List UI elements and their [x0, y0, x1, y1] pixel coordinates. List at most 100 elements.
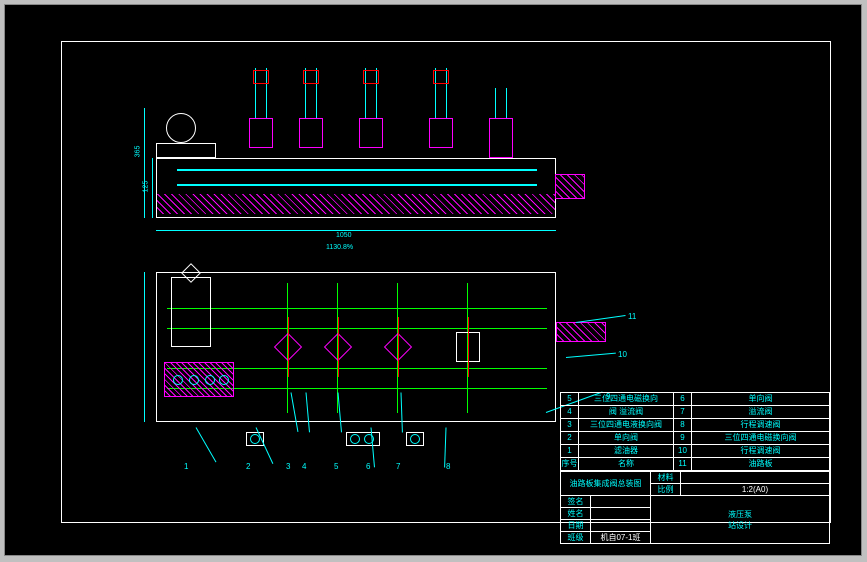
balloon-10: 10: [618, 350, 627, 359]
date-value: [591, 520, 651, 532]
parts-row: 4 阀 溢流阀 7 溢流阀: [561, 406, 830, 419]
part-name: 阀 溢流阀: [579, 406, 674, 419]
dim-line-v: [144, 272, 145, 422]
balloon-4: 4: [302, 462, 306, 471]
bottom-components: [246, 432, 506, 457]
app-window: 365 125 1050 1130.8%: [4, 4, 862, 556]
plan-view: 1 2 3 4 5 6 7 8 9 10 11: [126, 262, 606, 462]
part-num: 1: [561, 445, 579, 458]
name-label: 姓名: [561, 508, 591, 520]
section-hatch: [157, 194, 555, 214]
dim-value: 125: [142, 181, 149, 193]
part-num: 7: [674, 406, 692, 419]
material-label: 材料: [651, 472, 681, 484]
part-num: 4: [561, 406, 579, 419]
drawing-canvas[interactable]: 365 125 1050 1130.8%: [9, 9, 859, 553]
dim-line-h: [156, 230, 556, 231]
part-num: 11: [674, 458, 692, 471]
parts-row: 5 三位四通电磁换向 6 单向阀: [561, 393, 830, 406]
pump-block: [164, 362, 234, 397]
filter-body: [171, 277, 211, 347]
end-connector: [555, 174, 585, 199]
balloon-5: 5: [334, 462, 338, 471]
valve-assembly-4: [426, 68, 456, 158]
drawing-title: 油路板集成阀总装图: [561, 472, 651, 496]
scale-indicator: 1130.8%: [326, 244, 353, 251]
class-label: 班级: [561, 532, 591, 544]
material-value: [681, 472, 830, 484]
center-line: [338, 317, 339, 377]
valve-body: [359, 118, 383, 148]
tb-row: 签名 液压泵 站设计: [561, 496, 830, 508]
part-num: 6: [674, 393, 692, 406]
part-name: 单向阀: [692, 393, 830, 406]
port-icon: [219, 375, 229, 385]
dim-line-v: [144, 108, 145, 218]
part-name: 单向阀: [579, 432, 674, 445]
project-cell: 液压泵 站设计: [651, 496, 830, 544]
dim-value: 1050: [336, 232, 352, 239]
valve-plan-4: [454, 317, 482, 377]
valve-assembly-1: [246, 68, 276, 158]
part-name: 三位四通电液换向阀: [579, 419, 674, 432]
date-label: 日期: [561, 520, 591, 532]
dim-value: 365: [134, 146, 141, 158]
parts-list-table: 5 三位四通电磁换向 6 单向阀 4 阀 溢流阀 7 溢流阀 3 三位四通电液换…: [560, 392, 830, 471]
parts-row: 1 滤油器 10 行程调速阀: [561, 445, 830, 458]
balloon-8: 8: [446, 462, 450, 471]
part-num: 8: [674, 419, 692, 432]
port-icon: [189, 375, 199, 385]
part-name: 行程调速阀: [692, 445, 830, 458]
parts-row: 3 三位四通电液换向阀 8 行程调速阀: [561, 419, 830, 432]
outlet-connector: [556, 322, 606, 342]
project-line2: 站设计: [651, 520, 829, 531]
part-num: 3: [561, 419, 579, 432]
valve-cap: [433, 70, 449, 84]
center-line: [288, 317, 289, 377]
part-name: 滤油器: [579, 445, 674, 458]
motor-mount: [156, 108, 216, 158]
motor-circle: [166, 113, 196, 143]
scale-value: 1:2(A0): [681, 484, 830, 496]
part-name: 溢流阀: [692, 406, 830, 419]
part-name: 行程调速阀: [692, 419, 830, 432]
passage-line: [177, 169, 537, 171]
valve-cap: [253, 70, 269, 84]
port-icon: [173, 375, 183, 385]
part-num: 10: [674, 445, 692, 458]
valve-cap: [303, 70, 319, 84]
tb-row: 油路板集成阀总装图 材料: [561, 472, 830, 484]
balloon-6: 6: [366, 462, 370, 471]
scale-label: 比例: [651, 484, 681, 496]
valve-body: [429, 118, 453, 148]
balloon-2: 2: [246, 462, 250, 471]
balloon-11: 11: [628, 312, 636, 321]
part-name: 油路板: [692, 458, 830, 471]
balloon-7: 7: [396, 462, 400, 471]
elevation-view: 365 125 1050 1130.8%: [126, 58, 576, 238]
valve-stem: [495, 88, 507, 118]
drawing-border: 365 125 1050 1130.8%: [61, 41, 831, 523]
balloon-3: 3: [286, 462, 290, 471]
balloon-1: 1: [184, 462, 188, 471]
titleblock-table: 油路板集成阀总装图 材料 比例 1:2(A0) 签名 液压泵 站设计: [560, 471, 830, 544]
motor-base: [156, 143, 216, 158]
manifold-block: [156, 158, 556, 218]
valve-assembly-3: [356, 68, 386, 158]
valve-plan-2: [324, 317, 352, 377]
center-line: [468, 317, 469, 377]
name-value: [591, 508, 651, 520]
title-block: 5 三位四通电磁换向 6 单向阀 4 阀 溢流阀 7 溢流阀 3 三位四通电液换…: [560, 392, 830, 522]
valve-body: [249, 118, 273, 148]
part-name: 三位四通电磁换向: [579, 393, 674, 406]
valve-plan-1: [274, 317, 302, 377]
leader-line: [196, 427, 217, 462]
passage-line: [177, 184, 537, 186]
parts-row: 2 单向阀 9 三位四通电磁换向阀: [561, 432, 830, 445]
class-value: 机自07-1班: [591, 532, 651, 544]
valve-cap: [363, 70, 379, 84]
dim-line-v: [152, 158, 153, 218]
valve-assembly-2: [296, 68, 326, 158]
flow-line: [167, 328, 547, 329]
valve-body: [489, 118, 513, 158]
